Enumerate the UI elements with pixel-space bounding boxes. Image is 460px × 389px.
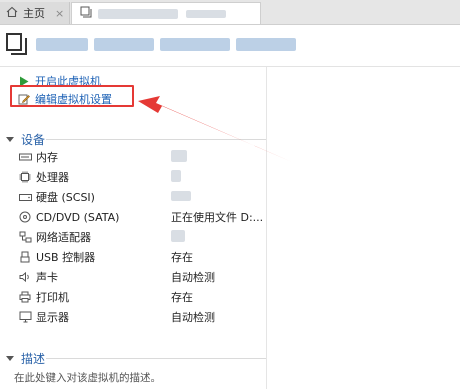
device-row-usb[interactable]: USB 控制器 存在 [18,247,266,267]
vm-details-panel [267,67,460,389]
description-section-header[interactable]: 描述 [6,350,45,367]
edit-vm-settings-link[interactable]: 编辑虚拟机设置 [18,91,112,107]
collapse-triangle-icon [6,356,14,361]
device-row-sound[interactable]: 声卡 自动检测 [18,267,266,287]
usb-icon [18,251,32,263]
device-row-cpu[interactable]: 处理器 [18,167,266,187]
device-value: 正在使用文件 D:... [171,211,264,224]
device-value-redacted [171,149,187,165]
device-row-network[interactable]: 网络适配器 [18,227,266,247]
device-row-display[interactable]: 显示器 自动检测 [18,307,266,327]
harddisk-icon [18,191,32,203]
description-placeholder[interactable]: 在此处键入对该虚拟机的描述。 [14,370,161,385]
tab-vm-close-redacted [186,9,226,18]
printer-icon [18,291,32,303]
device-label: 硬盘 (SCSI) [36,191,95,204]
device-label: 显示器 [36,311,69,324]
devices-section-title: 设备 [21,133,46,147]
vm-title-icon [6,33,28,57]
vm-title-bar [0,25,460,67]
device-label: 网络适配器 [36,231,91,244]
vm-summary-panel: 开启此虚拟机 编辑虚拟机设置 设备 内存 处理器 硬盘 (SCSI) CD/DV… [0,67,267,389]
edit-settings-icon [18,93,30,105]
vm-tab-icon [80,6,92,21]
device-label: 内存 [36,151,58,164]
device-label: CD/DVD (SATA) [36,210,120,224]
cpu-icon [18,171,32,183]
device-label: 声卡 [36,271,58,284]
edit-vm-settings-label: 编辑虚拟机设置 [35,93,112,106]
devices-section-divider [46,139,266,140]
tab-bar: 主页 × [0,0,460,25]
network-icon [18,231,32,243]
device-value-redacted [171,169,181,185]
device-label: USB 控制器 [36,251,96,264]
device-label: 打印机 [36,291,69,304]
devices-section-header[interactable]: 设备 [6,131,45,148]
device-value: 自动检测 [171,271,215,284]
device-value-redacted [171,190,191,204]
tab-home-label: 主页 [23,7,45,20]
device-value: 存在 [171,251,193,264]
device-label: 处理器 [36,171,69,184]
tab-vm[interactable] [71,2,261,24]
cdrom-icon [18,211,32,223]
collapse-triangle-icon [6,137,14,142]
device-value: 存在 [171,291,193,304]
tab-home[interactable]: 主页 × [0,2,70,24]
description-section-title: 描述 [21,352,46,366]
device-value: 自动检测 [171,311,215,324]
device-value-redacted [171,229,185,245]
device-row-cdrom[interactable]: CD/DVD (SATA) 正在使用文件 D:... [18,207,266,227]
device-row-memory[interactable]: 内存 [18,147,266,167]
home-icon [6,6,18,21]
description-section-divider [46,358,266,359]
sound-icon [18,271,32,283]
memory-icon [18,151,32,163]
display-icon [18,311,32,323]
device-row-printer[interactable]: 打印机 存在 [18,287,266,307]
tab-vm-label-redacted [98,8,178,19]
device-row-harddisk[interactable]: 硬盘 (SCSI) [18,187,266,207]
tab-home-close-icon[interactable]: × [55,7,64,20]
vm-title-redacted [36,38,296,51]
